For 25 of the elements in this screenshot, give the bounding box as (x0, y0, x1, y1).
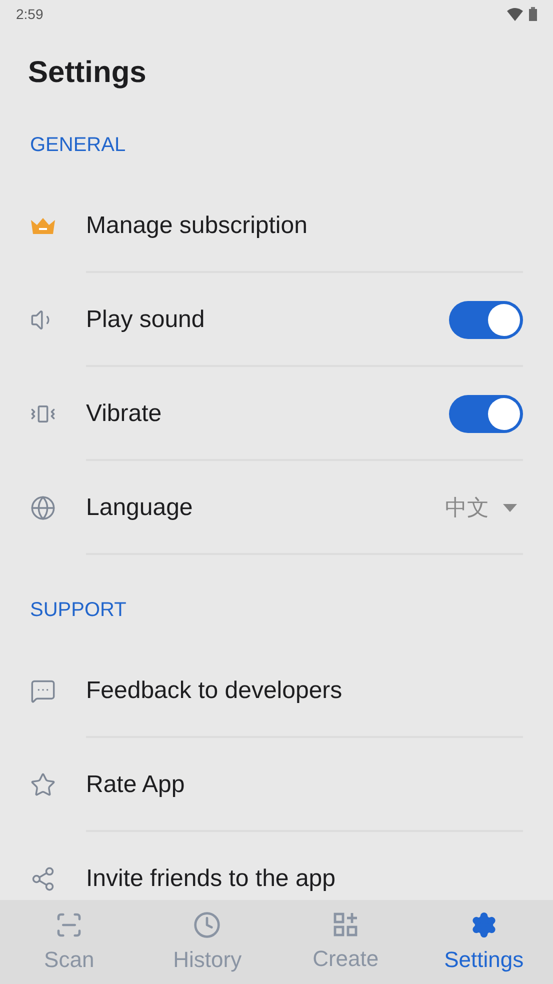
status-time: 2:59 (16, 6, 44, 22)
toggle-switch[interactable] (449, 395, 523, 433)
setting-label[interactable]: Rate App (86, 771, 553, 799)
globe-icon (30, 495, 56, 521)
section-heading: SUPPORT (30, 599, 126, 622)
setting-label[interactable]: Manage subscription (86, 212, 553, 240)
scan-icon (55, 911, 84, 939)
setting-label[interactable]: Play sound (86, 306, 449, 334)
setting-label[interactable]: Invite friends to the app (86, 865, 553, 893)
setting-label[interactable]: Language (86, 494, 445, 522)
clock-icon (193, 911, 222, 939)
wifi-icon (507, 8, 523, 20)
share-icon (30, 866, 56, 892)
chat-bubble-icon (30, 678, 56, 704)
grid-plus-icon (332, 912, 359, 938)
star-icon (30, 772, 56, 798)
nav-tab[interactable]: Settings (414, 900, 553, 984)
toggle-switch[interactable] (449, 301, 523, 339)
dropdown-caret-icon (503, 504, 517, 512)
battery-icon (529, 7, 537, 21)
setting-label[interactable]: Feedback to developers (86, 677, 553, 705)
section-heading: GENERAL (30, 134, 126, 157)
page-title: Settings (28, 56, 146, 90)
setting-label[interactable]: Vibrate (86, 400, 449, 428)
crown-icon (30, 217, 56, 235)
